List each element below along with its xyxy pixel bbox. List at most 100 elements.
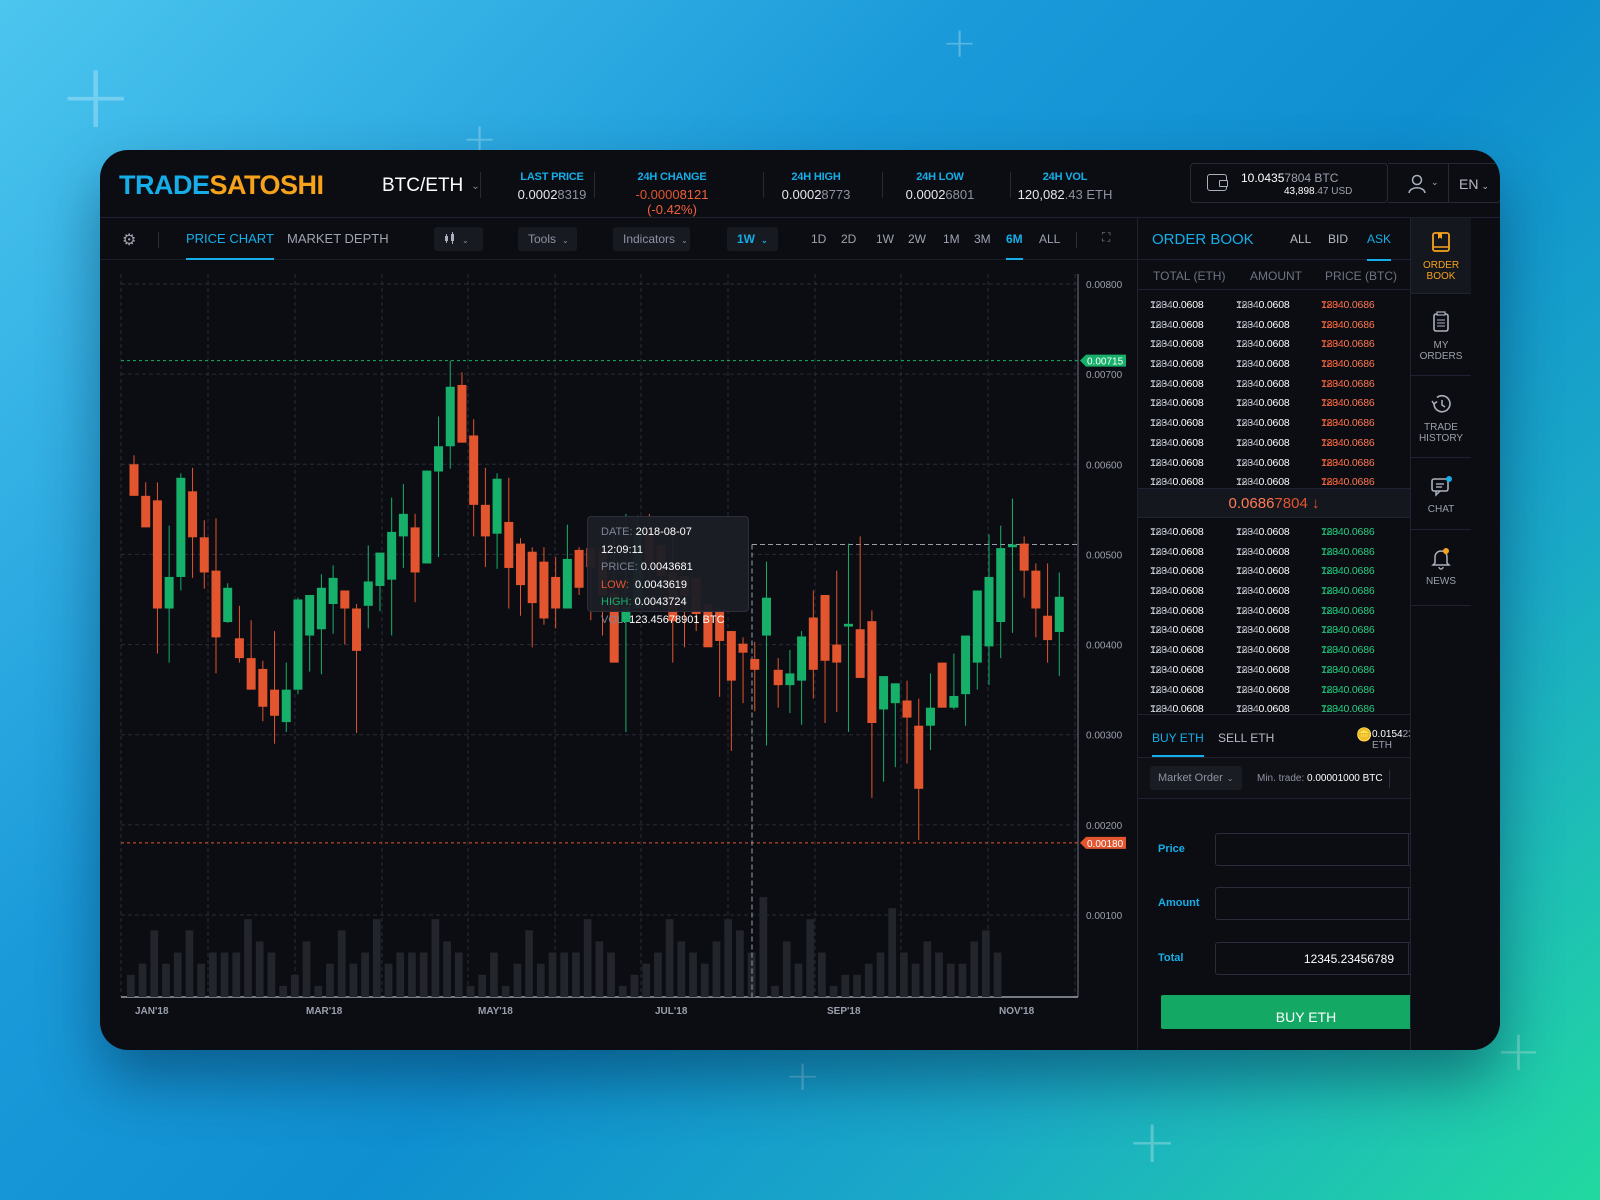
y-tick-label: 0.00100 [1086, 911, 1123, 922]
bid-row[interactable]: 12340.0608 7804 12340.0608 7804 12340.0686 78… [1138, 538, 1410, 558]
range-3m[interactable]: 3M [974, 232, 991, 246]
total-input[interactable] [1216, 943, 1408, 974]
candle-body [270, 689, 280, 716]
bid-row[interactable]: 12340.0608 7804 12340.0608 7804 12340.0686 78… [1138, 616, 1410, 636]
volume-bar [185, 930, 194, 997]
candle-body [972, 590, 982, 663]
filter-all[interactable]: ALL [1290, 232, 1311, 246]
bid-row[interactable]: 12340.0608 7804 12340.0608 7804 12340.0686 78… [1138, 676, 1410, 696]
tab-price-chart[interactable]: PRICE CHART [186, 231, 274, 260]
volume-bar [232, 952, 241, 997]
candle-body [750, 658, 760, 670]
ask-row[interactable]: 12340.0608 7804 12340.0608 7804 12340.0686 78… [1138, 449, 1410, 469]
range-1d[interactable]: 1D [811, 232, 826, 246]
min-trade-label: Min. trade: [1257, 773, 1305, 784]
indicators-label: Indicators [623, 232, 676, 246]
fullscreen-icon[interactable]: ⛶ [1102, 230, 1110, 245]
range-2d[interactable]: 2D [841, 232, 856, 246]
chat-icon [1431, 476, 1452, 497]
bid-rows: 12340.0608 7804 12340.0608 7804 12340.0686 78… [1138, 518, 1410, 715]
volume-bar [572, 952, 580, 997]
side-nav-order-book[interactable]: ORDER BOOK [1411, 218, 1471, 294]
side-nav-news[interactable]: NEWS [1411, 530, 1471, 606]
ask-row[interactable]: 12340.0608 7804 12340.0608 7804 12340.0686 78… [1138, 350, 1410, 370]
order-type-dropdown[interactable]: Market Order ⌄ [1150, 766, 1242, 790]
volume-bar [982, 930, 990, 997]
filter-ask[interactable]: ASK [1367, 232, 1392, 261]
volume-bar [267, 952, 276, 997]
range-all[interactable]: ALL [1039, 232, 1060, 246]
bid-row[interactable]: 12340.0608 7804 12340.0608 7804 12340.0686 78… [1138, 636, 1410, 656]
tab-buy-eth[interactable]: BUY ETH [1152, 731, 1204, 757]
user-menu-button[interactable]: ⌄ [1388, 163, 1449, 203]
candle-body [281, 689, 291, 723]
bid-row[interactable]: 12340.0608 7804 12340.0608 7804 12340.0686 78… [1138, 557, 1410, 577]
stat-value: 0.0002 [905, 187, 946, 202]
divider [1389, 770, 1390, 788]
volume-bar [255, 941, 264, 997]
range-2w[interactable]: 2W [908, 232, 926, 246]
candle-body [375, 552, 385, 586]
min-trade-value: 0.00001000 BTC [1307, 773, 1383, 784]
candle-body [539, 561, 549, 619]
ask-row[interactable]: 12340.0608 7804 12340.0608 7804 12340.0686 78… [1138, 370, 1410, 390]
candle-body [1043, 615, 1053, 641]
divider [158, 232, 159, 248]
ask-row[interactable]: 12340.0608 7804 12340.0608 7804 12340.0686 78… [1138, 468, 1410, 488]
indicators-dropdown[interactable]: Indicators ⌄ [613, 227, 690, 251]
brand-part-1: TRADE [119, 170, 210, 200]
ask-row[interactable]: 12340.0608 7804 12340.0608 7804 12340.0686 78… [1138, 291, 1410, 311]
chart-type-dropdown[interactable]: ⌄ [434, 227, 483, 251]
ask-row[interactable]: 12340.0608 7804 12340.0608 7804 12340.0686 78… [1138, 389, 1410, 409]
side-nav-chat[interactable]: CHAT [1411, 458, 1471, 530]
range-6m[interactable]: 6M [1006, 232, 1023, 260]
bid-row[interactable]: 12340.0608 7804 12340.0608 7804 12340.0686 78… [1138, 577, 1410, 597]
range-1m[interactable]: 1M [943, 232, 960, 246]
tab-market-depth[interactable]: MARKET DEPTH [287, 231, 389, 246]
wallet-balance[interactable]: 10.04357804 BTC 43,898.47 USD [1190, 163, 1388, 203]
tools-dropdown[interactable]: Tools ⌄ [518, 227, 577, 251]
bid-row[interactable]: 12340.0608 7804 12340.0608 7804 12340.0686 78… [1138, 656, 1410, 676]
decorative-plus: + [1127, 1107, 1178, 1177]
filter-bid[interactable]: BID [1328, 232, 1348, 246]
chart-panel: ⚙ PRICE CHART MARKET DEPTH ⌄ Tools ⌄ Indi… [100, 218, 1138, 1050]
volume-bar [478, 974, 487, 997]
user-icon [1408, 174, 1426, 194]
bid-row[interactable]: 12340.0608 7804 12340.0608 7804 12340.0686 78… [1138, 695, 1410, 715]
price-input[interactable] [1216, 834, 1408, 865]
volume-bar [326, 963, 334, 997]
ask-row[interactable]: 12340.0608 7804 12340.0608 7804 12340.0686 78… [1138, 409, 1410, 429]
gear-icon[interactable]: ⚙ [122, 230, 136, 250]
interval-dropdown[interactable]: 1W ⌄ [727, 227, 778, 251]
volume-bar [443, 941, 451, 997]
volume-bar [244, 919, 252, 997]
wallet-btc-dim: 7804 BTC [1284, 171, 1339, 185]
candle-body [914, 725, 924, 789]
bid-row[interactable]: 12340.0608 7804 12340.0608 7804 12340.0686 78… [1138, 518, 1410, 538]
volume-bar [946, 963, 955, 997]
y-tick-label: 0.00600 [1086, 460, 1123, 471]
candle-body [258, 668, 268, 707]
ask-row[interactable]: 12340.0608 7804 12340.0608 7804 12340.0686 78… [1138, 330, 1410, 350]
price-chart[interactable]: 0.00800 0.00700 0.00600 0.00500 0.00400 0.003… [100, 260, 1138, 1050]
bid-row[interactable]: 12340.0608 7804 12340.0608 7804 12340.0686 78… [1138, 597, 1410, 617]
candle-body [1031, 570, 1041, 609]
pair-selector[interactable]: BTC/ETH ⌄ [382, 175, 480, 197]
side-nav-trade-history[interactable]: TRADE HISTORY [1411, 376, 1471, 458]
volume-bar [747, 952, 756, 997]
side-nav-my-orders[interactable]: MY ORDERS [1411, 294, 1471, 376]
chart-tooltip: DATE: 2018-08-07 12:09:11 PRICE: 0.00436… [587, 516, 749, 626]
range-1w[interactable]: 1W [876, 232, 894, 246]
amount-label: Amount [1158, 897, 1200, 909]
ask-row[interactable]: 12340.0608 7804 12340.0608 7804 12340.0686 78… [1138, 311, 1410, 331]
ask-row[interactable]: 12340.0608 7804 12340.0608 7804 12340.0686 78… [1138, 429, 1410, 449]
stat-value-dim: 6801 [945, 187, 975, 202]
amount-input[interactable] [1216, 888, 1408, 919]
volume-bar [923, 941, 932, 997]
tab-sell-eth[interactable]: SELL ETH [1218, 731, 1274, 745]
candle-body [574, 549, 584, 588]
buy-eth-button[interactable]: BUY ETH [1161, 995, 1451, 1029]
brand-logo[interactable]: TRADESATOSHI [119, 170, 324, 201]
volume-bar [736, 930, 744, 997]
language-selector[interactable]: EN ⌄ [1449, 163, 1500, 203]
